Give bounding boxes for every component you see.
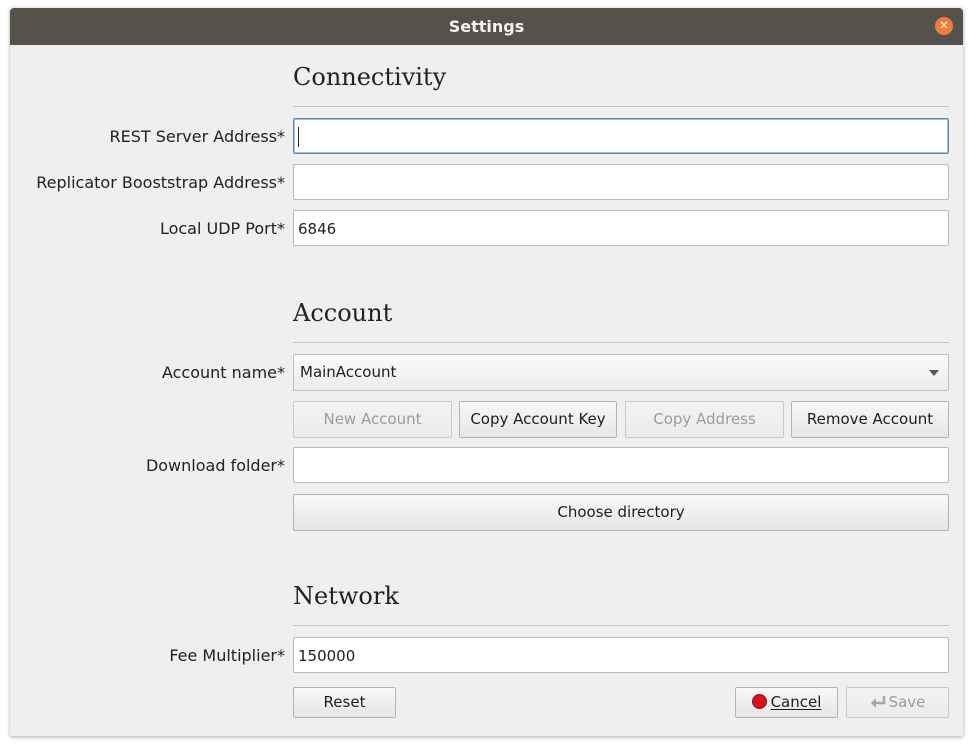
rest-server-input[interactable] [293,118,949,154]
save-arrow-icon [870,696,885,708]
account-name-value: MainAccount [300,363,397,381]
copy-account-key-button[interactable]: Copy Account Key [459,401,617,438]
cancel-button[interactable]: Cancel [735,687,838,718]
section-title-network: Network [293,582,399,610]
divider [293,625,949,626]
section-title-account: Account [293,299,393,327]
remove-account-button[interactable]: Remove Account [791,401,949,438]
choose-directory-button[interactable]: Choose directory [293,494,949,531]
rest-server-label: REST Server Address* [109,127,285,146]
fee-multiplier-label: Fee Multiplier* [169,646,285,665]
udp-port-input[interactable]: 6846 [293,210,949,246]
divider [293,106,949,107]
reset-button[interactable]: Reset [293,687,396,718]
cancel-label: Cancel [770,693,822,711]
stop-icon [751,694,767,709]
replicator-label: Replicator Booststrap Address* [36,173,285,192]
section-title-connectivity: Connectivity [293,63,447,91]
copy-address-button[interactable]: Copy Address [625,401,784,438]
text-caret [298,127,299,147]
udp-port-label: Local UDP Port* [159,219,285,238]
download-folder-input[interactable] [293,447,949,483]
download-folder-label: Download folder* [145,456,285,475]
replicator-input[interactable] [293,164,949,200]
divider [293,342,949,343]
save-button[interactable]: Save [846,687,949,718]
fee-multiplier-input[interactable]: 150000 [293,637,949,673]
title-bar: Settings ✕ [10,8,963,45]
chevron-down-icon [929,370,939,376]
new-account-button[interactable]: New Account [293,401,452,438]
settings-window: Settings ✕ Connectivity REST Server Addr… [10,8,963,736]
account-name-label: Account name* [161,363,285,382]
close-icon[interactable]: ✕ [935,17,953,35]
account-name-select[interactable]: MainAccount [293,354,949,391]
window-title: Settings [448,17,525,36]
save-label: Save [888,693,926,711]
